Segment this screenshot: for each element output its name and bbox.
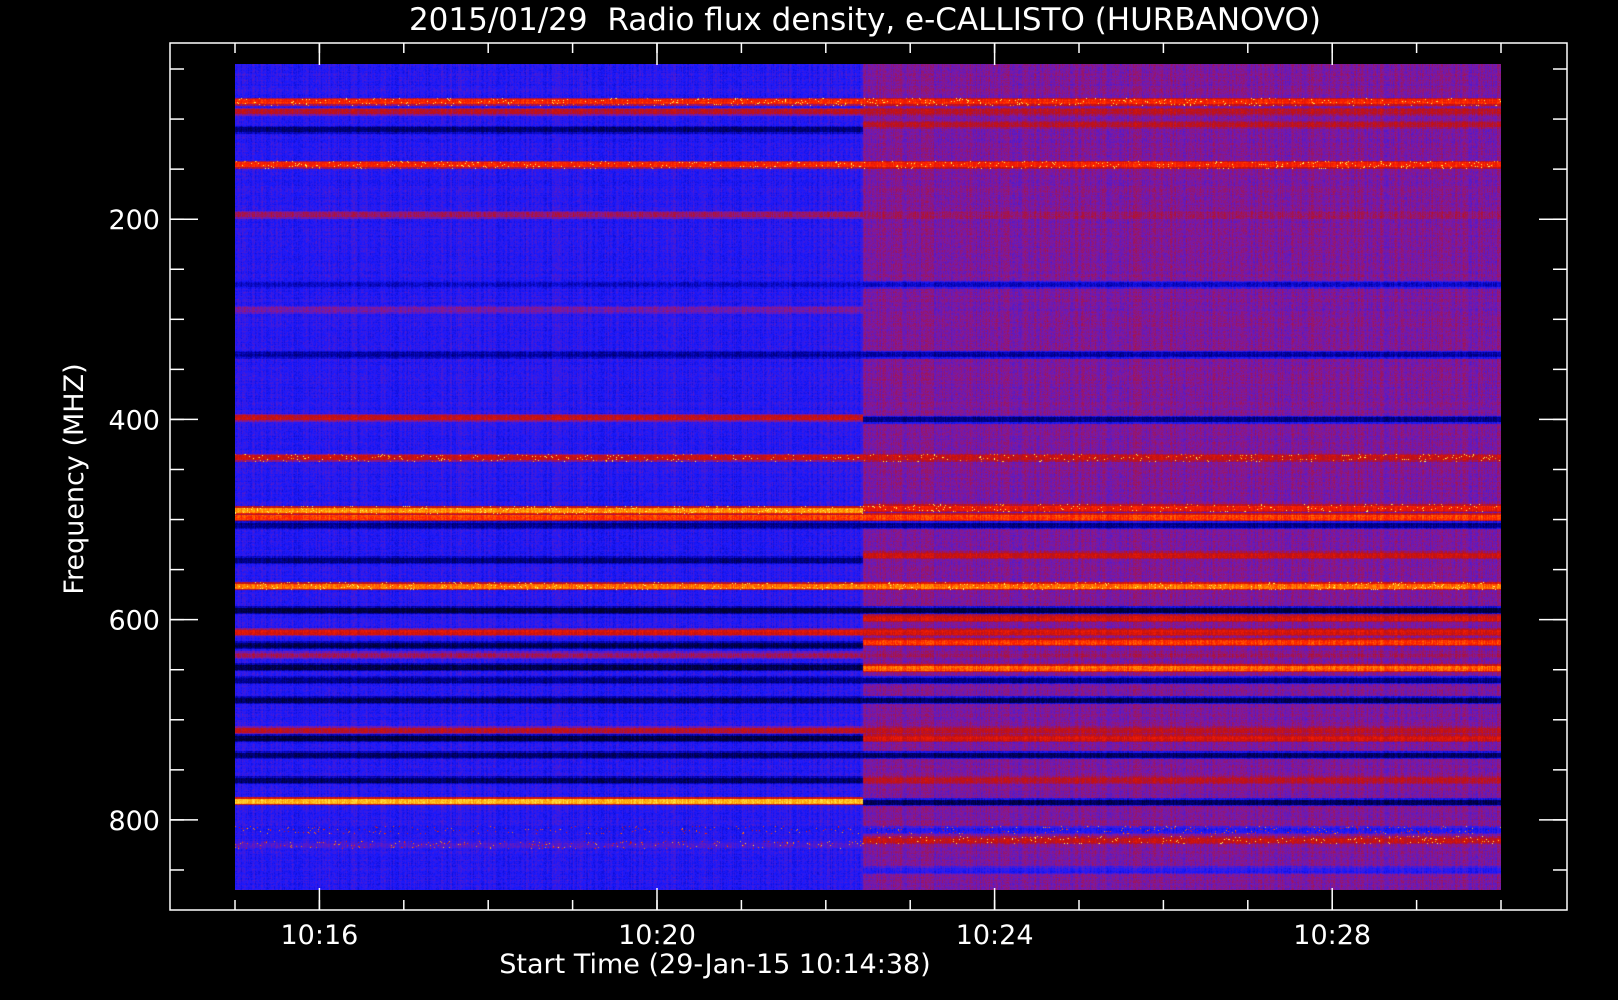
x-tick-label: 10:28 <box>1293 920 1371 951</box>
x-axis-ticks: 10:16 10:20 10:24 10:28 <box>234 43 1502 951</box>
x-tick-label: 10:24 <box>956 920 1034 951</box>
y-tick-label: 200 <box>108 205 160 236</box>
plot-frame <box>169 42 1568 911</box>
chart-title: 2015/01/29 Radio flux density, e-CALLIST… <box>409 2 1321 38</box>
x-axis-label: Start Time (29-Jan-15 10:14:38) <box>499 949 930 980</box>
chart-axes: 2015/01/29 Radio flux density, e-CALLIST… <box>59 2 1568 980</box>
y-tick-label: 800 <box>108 806 160 837</box>
spectrogram-figure: 2015/01/29 Radio flux density, e-CALLIST… <box>0 0 1618 1000</box>
x-tick-label: 10:20 <box>618 920 696 951</box>
y-axis-label: Frequency (MHZ) <box>59 363 90 594</box>
x-tick-label: 10:16 <box>280 920 358 951</box>
y-tick-label: 600 <box>108 606 160 637</box>
y-axis-ticks: 200 400 600 800 <box>108 68 1567 871</box>
y-tick-label: 400 <box>108 405 160 436</box>
